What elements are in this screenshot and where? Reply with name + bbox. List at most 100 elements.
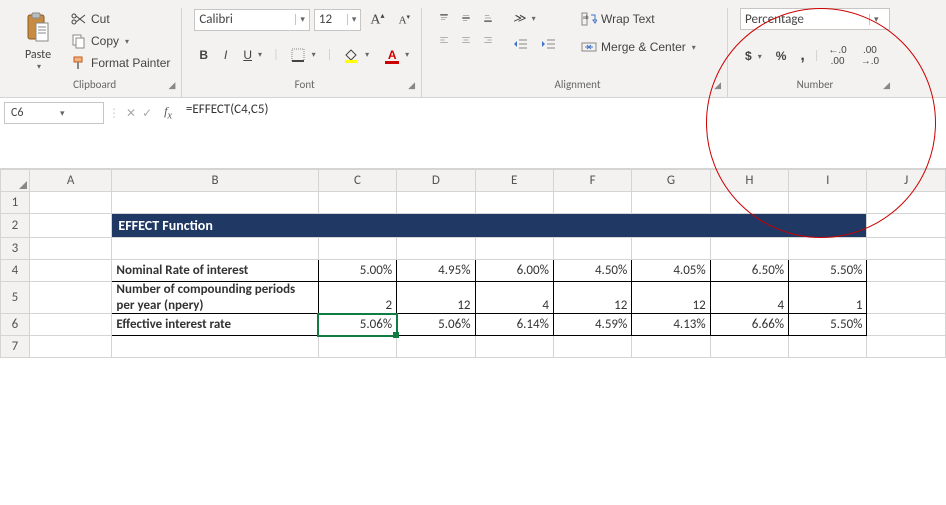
data-cell[interactable]: 4 (710, 282, 788, 314)
data-cell[interactable]: 4.05% (632, 260, 710, 282)
fill-color-button[interactable]: ▾ (338, 44, 374, 66)
row-4[interactable]: 4 Nominal Rate of interest 5.00% 4.95% 6… (1, 260, 946, 282)
cancel-formula-icon[interactable]: ✕ (126, 106, 136, 121)
alignment-launcher-icon[interactable]: ◢ (714, 80, 721, 91)
row-header[interactable]: 7 (1, 336, 30, 358)
paste-caret-icon[interactable]: ▾ (37, 62, 41, 72)
row-7[interactable]: 7 (1, 336, 946, 358)
data-cell[interactable]: 12 (397, 282, 475, 314)
align-bottom-button[interactable] (478, 8, 498, 28)
data-cell[interactable]: 4.95% (397, 260, 475, 282)
accounting-format-button[interactable]: $▾ (740, 46, 767, 66)
chevron-down-icon: ▾ (532, 14, 536, 23)
increase-indent-button[interactable] (536, 34, 562, 56)
effective-label[interactable]: Effective interest rate (112, 314, 318, 336)
row-6[interactable]: 6 Effective interest rate 5.06% 5.06% 6.… (1, 314, 946, 336)
row-5[interactable]: 5 Number of compounding periods per year… (1, 282, 946, 314)
nominal-label[interactable]: Nominal Rate of interest (112, 260, 318, 282)
name-box[interactable]: C6 ▾ (4, 102, 104, 124)
decrease-font-button[interactable]: A▾ (394, 10, 415, 30)
data-cell[interactable]: 4.50% (553, 260, 631, 282)
align-right-button[interactable] (478, 30, 498, 50)
number-format-combo[interactable]: Percentage ▾ (740, 8, 890, 30)
clipboard-group-label: Clipboard (73, 78, 116, 91)
data-cell[interactable]: 6.66% (710, 314, 788, 336)
data-cell[interactable]: 1 (789, 282, 867, 314)
orientation-button[interactable]: ≫▾ (508, 8, 562, 28)
wrap-text-button[interactable]: ab Wrap Text (576, 8, 701, 30)
underline-button[interactable]: U▾ (238, 45, 267, 65)
comma-format-button[interactable]: , (795, 44, 809, 68)
font-color-button[interactable]: A▾ (380, 45, 414, 65)
data-cell[interactable]: 4.59% (553, 314, 631, 336)
chevron-down-icon: ▾ (347, 14, 357, 25)
row-header[interactable]: 3 (1, 238, 30, 260)
row-header[interactable]: 2 (1, 214, 30, 238)
chevron-down-icon: ▾ (692, 43, 696, 52)
column-headers[interactable]: A B C D E F G H I J (1, 170, 946, 192)
align-top-icon (439, 11, 449, 25)
col-header[interactable]: J (867, 170, 946, 192)
borders-button[interactable]: ▾ (285, 44, 321, 66)
font-launcher-icon[interactable]: ◢ (408, 80, 415, 91)
row-header[interactable]: 5 (1, 282, 30, 314)
row-header[interactable]: 6 (1, 314, 30, 336)
data-cell[interactable]: 4.13% (632, 314, 710, 336)
col-header[interactable]: I (789, 170, 867, 192)
title-cell[interactable]: EFFECT Function (112, 214, 867, 238)
row-3[interactable]: 3 (1, 238, 946, 260)
align-middle-button[interactable] (456, 8, 476, 28)
col-header[interactable]: A (29, 170, 112, 192)
align-left-button[interactable] (434, 30, 454, 50)
col-header[interactable]: B (112, 170, 318, 192)
data-cell[interactable]: 6.50% (710, 260, 788, 282)
cut-button[interactable]: Cut (66, 8, 175, 30)
selected-cell[interactable]: 5.06% (318, 314, 396, 336)
increase-font-button[interactable]: A▴ (365, 8, 389, 32)
data-cell[interactable]: 6.00% (475, 260, 553, 282)
data-cell[interactable]: 4 (475, 282, 553, 314)
increase-decimal-button[interactable]: ←.0.00 (823, 42, 851, 70)
enter-formula-icon[interactable]: ✓ (142, 106, 152, 121)
clipboard-launcher-icon[interactable]: ◢ (168, 80, 175, 91)
align-top-button[interactable] (434, 8, 454, 28)
periods-label[interactable]: Number of compounding periods per year (… (112, 282, 318, 314)
data-cell[interactable]: 5.00% (318, 260, 396, 282)
copy-button[interactable]: Copy ▾ (66, 30, 175, 52)
col-header[interactable]: E (475, 170, 553, 192)
col-header[interactable]: F (553, 170, 631, 192)
font-name-combo[interactable]: Calibri ▾ (194, 9, 310, 31)
font-size-combo[interactable]: 12 ▾ (314, 9, 362, 31)
paste-button[interactable] (19, 8, 57, 48)
data-cell[interactable]: 5.06% (397, 314, 475, 336)
bold-button[interactable]: B (194, 45, 213, 65)
percent-format-button[interactable]: % (771, 46, 792, 66)
format-painter-button[interactable]: Format Painter (66, 52, 175, 74)
col-header[interactable]: G (632, 170, 710, 192)
data-cell[interactable]: 5.50% (789, 260, 867, 282)
row-header[interactable]: 4 (1, 260, 30, 282)
align-center-button[interactable] (456, 30, 476, 50)
fx-icon[interactable]: fx (164, 104, 172, 121)
formula-input[interactable]: =EFFECT(C4,C5) (178, 98, 276, 168)
spreadsheet-grid[interactable]: A B C D E F G H I J 1 2 EFFECT Function … (0, 169, 946, 358)
col-header[interactable]: D (397, 170, 475, 192)
data-cell[interactable]: 12 (553, 282, 631, 314)
decrease-decimal-button[interactable]: .00→.0 (856, 42, 884, 70)
col-header[interactable]: C (318, 170, 396, 192)
italic-button[interactable]: I (219, 45, 232, 65)
merge-center-button[interactable]: Merge & Center ▾ (576, 36, 701, 58)
data-cell[interactable]: 6.14% (475, 314, 553, 336)
data-cell[interactable]: 5.50% (789, 314, 867, 336)
col-header[interactable]: H (710, 170, 788, 192)
select-all-cell[interactable] (1, 170, 30, 192)
data-cell[interactable]: 12 (632, 282, 710, 314)
number-group-label: Number (797, 78, 834, 91)
number-launcher-icon[interactable]: ◢ (883, 80, 890, 91)
alignment-group-label: Alignment (555, 78, 601, 91)
row-1[interactable]: 1 (1, 192, 946, 214)
row-2[interactable]: 2 EFFECT Function (1, 214, 946, 238)
row-header[interactable]: 1 (1, 192, 30, 214)
data-cell[interactable]: 2 (318, 282, 396, 314)
decrease-indent-button[interactable] (508, 34, 534, 56)
